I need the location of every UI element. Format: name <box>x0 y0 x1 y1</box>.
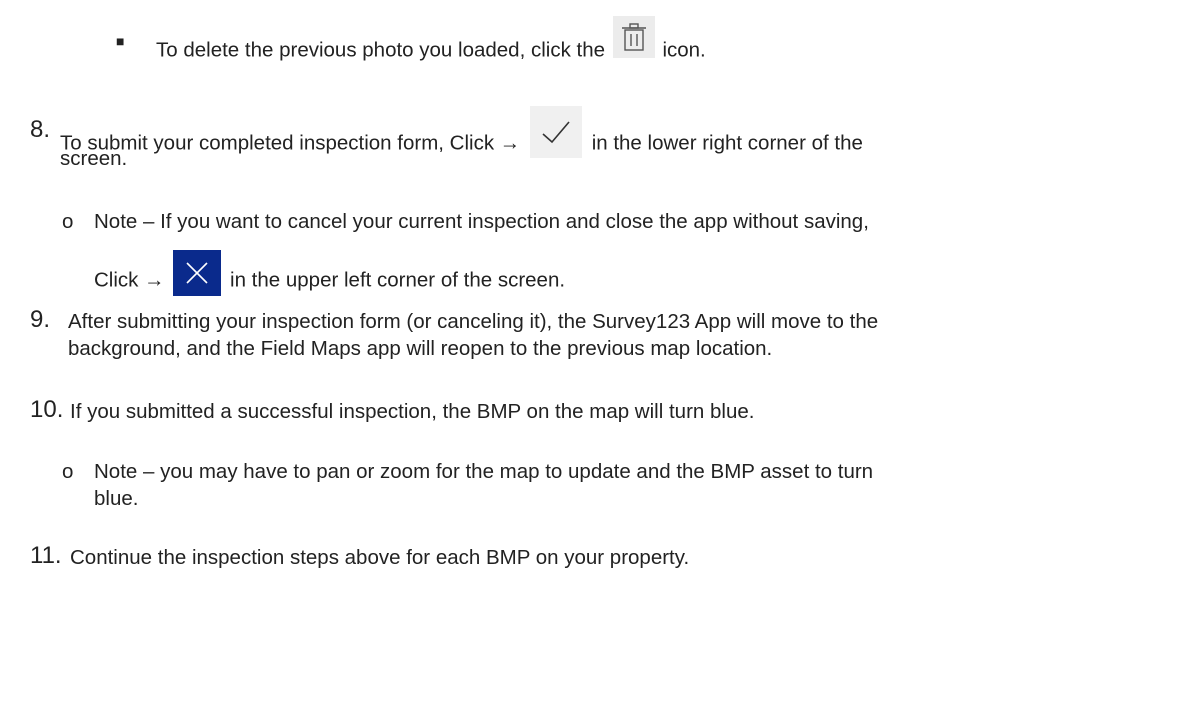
note-pan-line-1: Note – you may have to pan or zoom for t… <box>94 460 874 483</box>
note-pan-line-2: blue. <box>94 487 139 510</box>
bullet-delete-text: To delete the previous photo you loaded,… <box>156 16 706 72</box>
bullet-marker: ■ <box>116 33 125 49</box>
step-9-line-2: background, and the Field Maps app will … <box>68 337 773 360</box>
step-number: 10. <box>30 396 64 423</box>
step-11-text: Continue the inspection steps above for … <box>70 546 690 569</box>
step-8-line-1: To submit your completed inspection form… <box>60 106 863 170</box>
bullet-delete-before: To delete the previous photo you loaded,… <box>156 38 606 62</box>
note-cancel-before: Click → <box>94 268 165 292</box>
note-marker: o <box>62 210 74 233</box>
bullet-delete-after: icon. <box>662 38 706 62</box>
note-cancel-after: in the upper left corner of the screen. <box>230 268 566 292</box>
trash-can-icon <box>612 16 655 58</box>
note-marker: o <box>62 460 74 483</box>
note-cancel-line-2: Click → in the upper left corner of the … <box>94 250 566 304</box>
step-10-text: If you submitted a successful inspection… <box>70 400 755 423</box>
step-8-before: To submit your completed inspection form… <box>60 131 521 155</box>
checkmark-icon <box>529 106 582 158</box>
step-number: 11. <box>30 542 62 569</box>
step-number: 9. <box>30 306 51 333</box>
step-9-line-1: After submitting your inspection form (o… <box>68 310 879 333</box>
close-x-icon <box>173 250 222 296</box>
step-8-line-2: screen. <box>60 147 128 170</box>
step-number: 8. <box>30 116 51 143</box>
step-8-after: in the lower right corner of the <box>591 131 863 155</box>
note-cancel-line-1: Note – If you want to cancel your curren… <box>94 210 869 233</box>
